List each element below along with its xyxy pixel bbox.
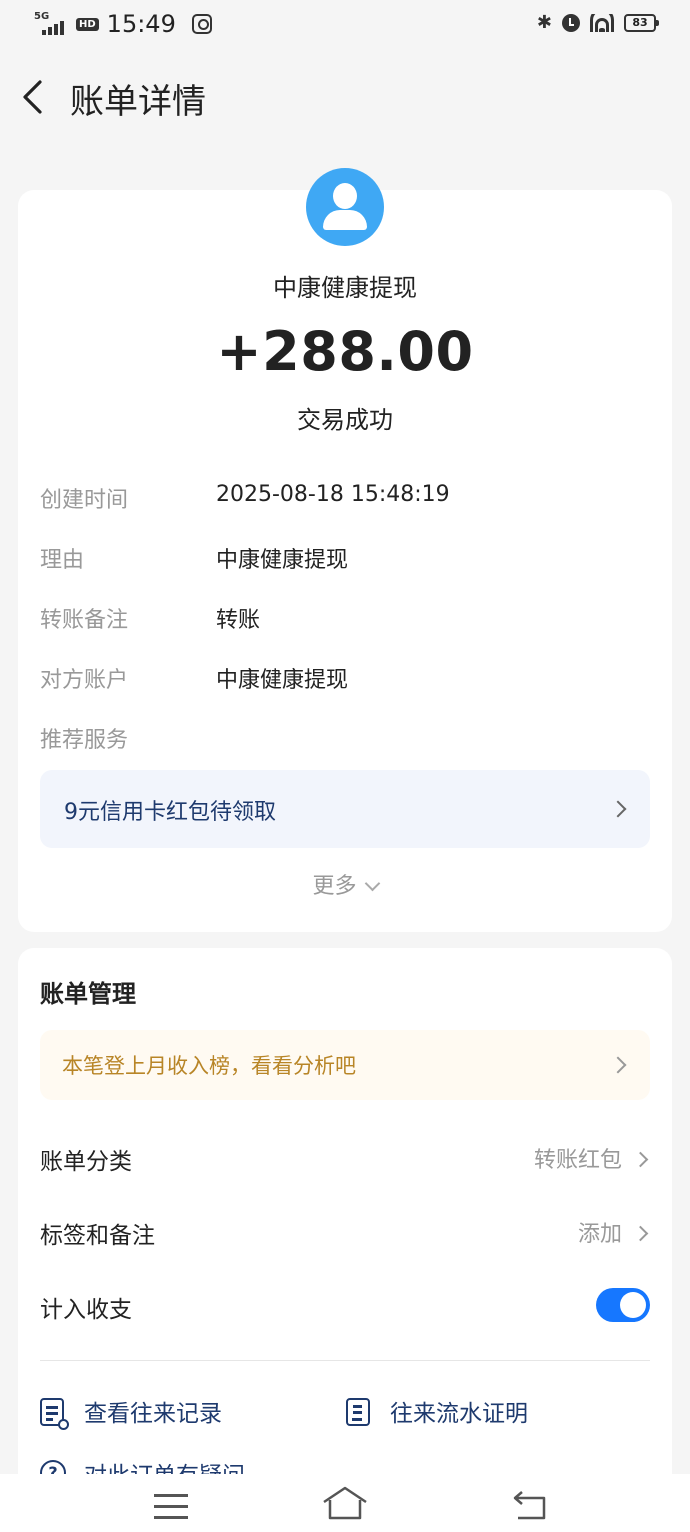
transaction-proof-label: 往来流水证明 <box>390 1401 528 1427</box>
bill-management-card: 账单管理 本笔登上月收入榜，看看分析吧 账单分类 转账红包 标签和备注 添加 计… <box>18 948 672 1508</box>
back-arrow-icon[interactable] <box>20 80 50 114</box>
count-in-stats-toggle[interactable] <box>596 1288 650 1322</box>
chevron-right-icon <box>609 1056 627 1074</box>
transaction-card: 中康健康提现 +288.00 交易成功 创建时间 2025-08-18 15:4… <box>18 168 672 932</box>
promo-text: 9元信用卡红包待领取 <box>64 800 276 825</box>
divider <box>40 1360 650 1361</box>
detail-label: 理由 <box>40 548 85 573</box>
count-in-stats-row: 计入收支 <box>40 1282 650 1332</box>
chevron-right-icon <box>632 1151 649 1168</box>
detail-label: 创建时间 <box>40 488 129 513</box>
document-search-icon <box>40 1398 69 1430</box>
more-button[interactable]: 更多 <box>18 868 672 900</box>
promo-banner[interactable]: 9元信用卡红包待领取 <box>40 770 650 848</box>
tags-notes-row[interactable]: 标签和备注 添加 <box>40 1208 650 1258</box>
transaction-amount: +288.00 <box>216 320 474 383</box>
certificate-icon <box>346 1398 370 1426</box>
detail-row-counterparty: 对方账户 中康健康提现 <box>40 662 650 702</box>
section-title: 账单管理 <box>40 980 136 1008</box>
alarm-icon <box>562 13 580 32</box>
detail-value: 中康健康提现 <box>216 548 349 573</box>
view-records-button[interactable]: 查看往来记录 <box>40 1394 320 1434</box>
detail-label: 对方账户 <box>40 668 129 693</box>
count-in-stats-label: 计入收支 <box>40 1297 132 1323</box>
payee-name: 中康健康提现 <box>273 274 417 302</box>
signal-icon: 5G <box>34 11 68 35</box>
page-title: 账单详情 <box>70 82 206 122</box>
bill-category-row[interactable]: 账单分类 转账红包 <box>40 1134 650 1184</box>
detail-value: 转账 <box>216 608 261 633</box>
transaction-status: 交易成功 <box>297 406 393 434</box>
home-icon[interactable] <box>322 1486 368 1520</box>
battery-icon: 83 <box>624 13 659 32</box>
more-label: 更多 <box>312 874 357 899</box>
menu-icon[interactable] <box>154 1494 188 1520</box>
status-bar: 5G HD 15:49 ✱ 83 <box>0 0 690 46</box>
bill-category-value: 转账红包 <box>533 1148 622 1173</box>
detail-row-remark: 转账备注 转账 <box>40 602 650 642</box>
header: 账单详情 <box>0 60 690 132</box>
bill-category-label: 账单分类 <box>40 1149 132 1175</box>
detail-row-reason: 理由 中康健康提现 <box>40 542 650 582</box>
transaction-proof-button[interactable]: 往来流水证明 <box>346 1394 626 1434</box>
system-nav-bar <box>0 1474 690 1532</box>
back-icon[interactable] <box>512 1490 548 1520</box>
bluetooth-icon: ✱ <box>536 12 552 33</box>
wifi-icon <box>590 13 614 32</box>
income-notice-banner[interactable]: 本笔登上月收入榜，看看分析吧 <box>40 1030 650 1100</box>
detail-label: 推荐服务 <box>40 728 129 753</box>
detail-row-recommended: 推荐服务 <box>40 722 650 762</box>
hd-badge: HD <box>76 17 99 31</box>
chevron-right-icon <box>609 800 627 818</box>
app-notification-icon <box>191 14 212 34</box>
detail-value: 中康健康提现 <box>216 668 349 693</box>
avatar <box>306 168 384 246</box>
chevron-down-icon <box>364 875 380 892</box>
detail-value: 2025-08-18 15:48:19 <box>216 482 450 507</box>
view-records-label: 查看往来记录 <box>84 1401 222 1427</box>
detail-row-created-time: 创建时间 2025-08-18 15:48:19 <box>40 482 650 522</box>
status-time: 15:49 <box>106 10 176 38</box>
chevron-right-icon <box>632 1225 649 1242</box>
detail-label: 转账备注 <box>40 608 129 633</box>
tags-notes-value: 添加 <box>577 1222 622 1247</box>
tags-notes-label: 标签和备注 <box>40 1223 155 1249</box>
notice-text: 本笔登上月收入榜，看看分析吧 <box>62 1054 356 1078</box>
